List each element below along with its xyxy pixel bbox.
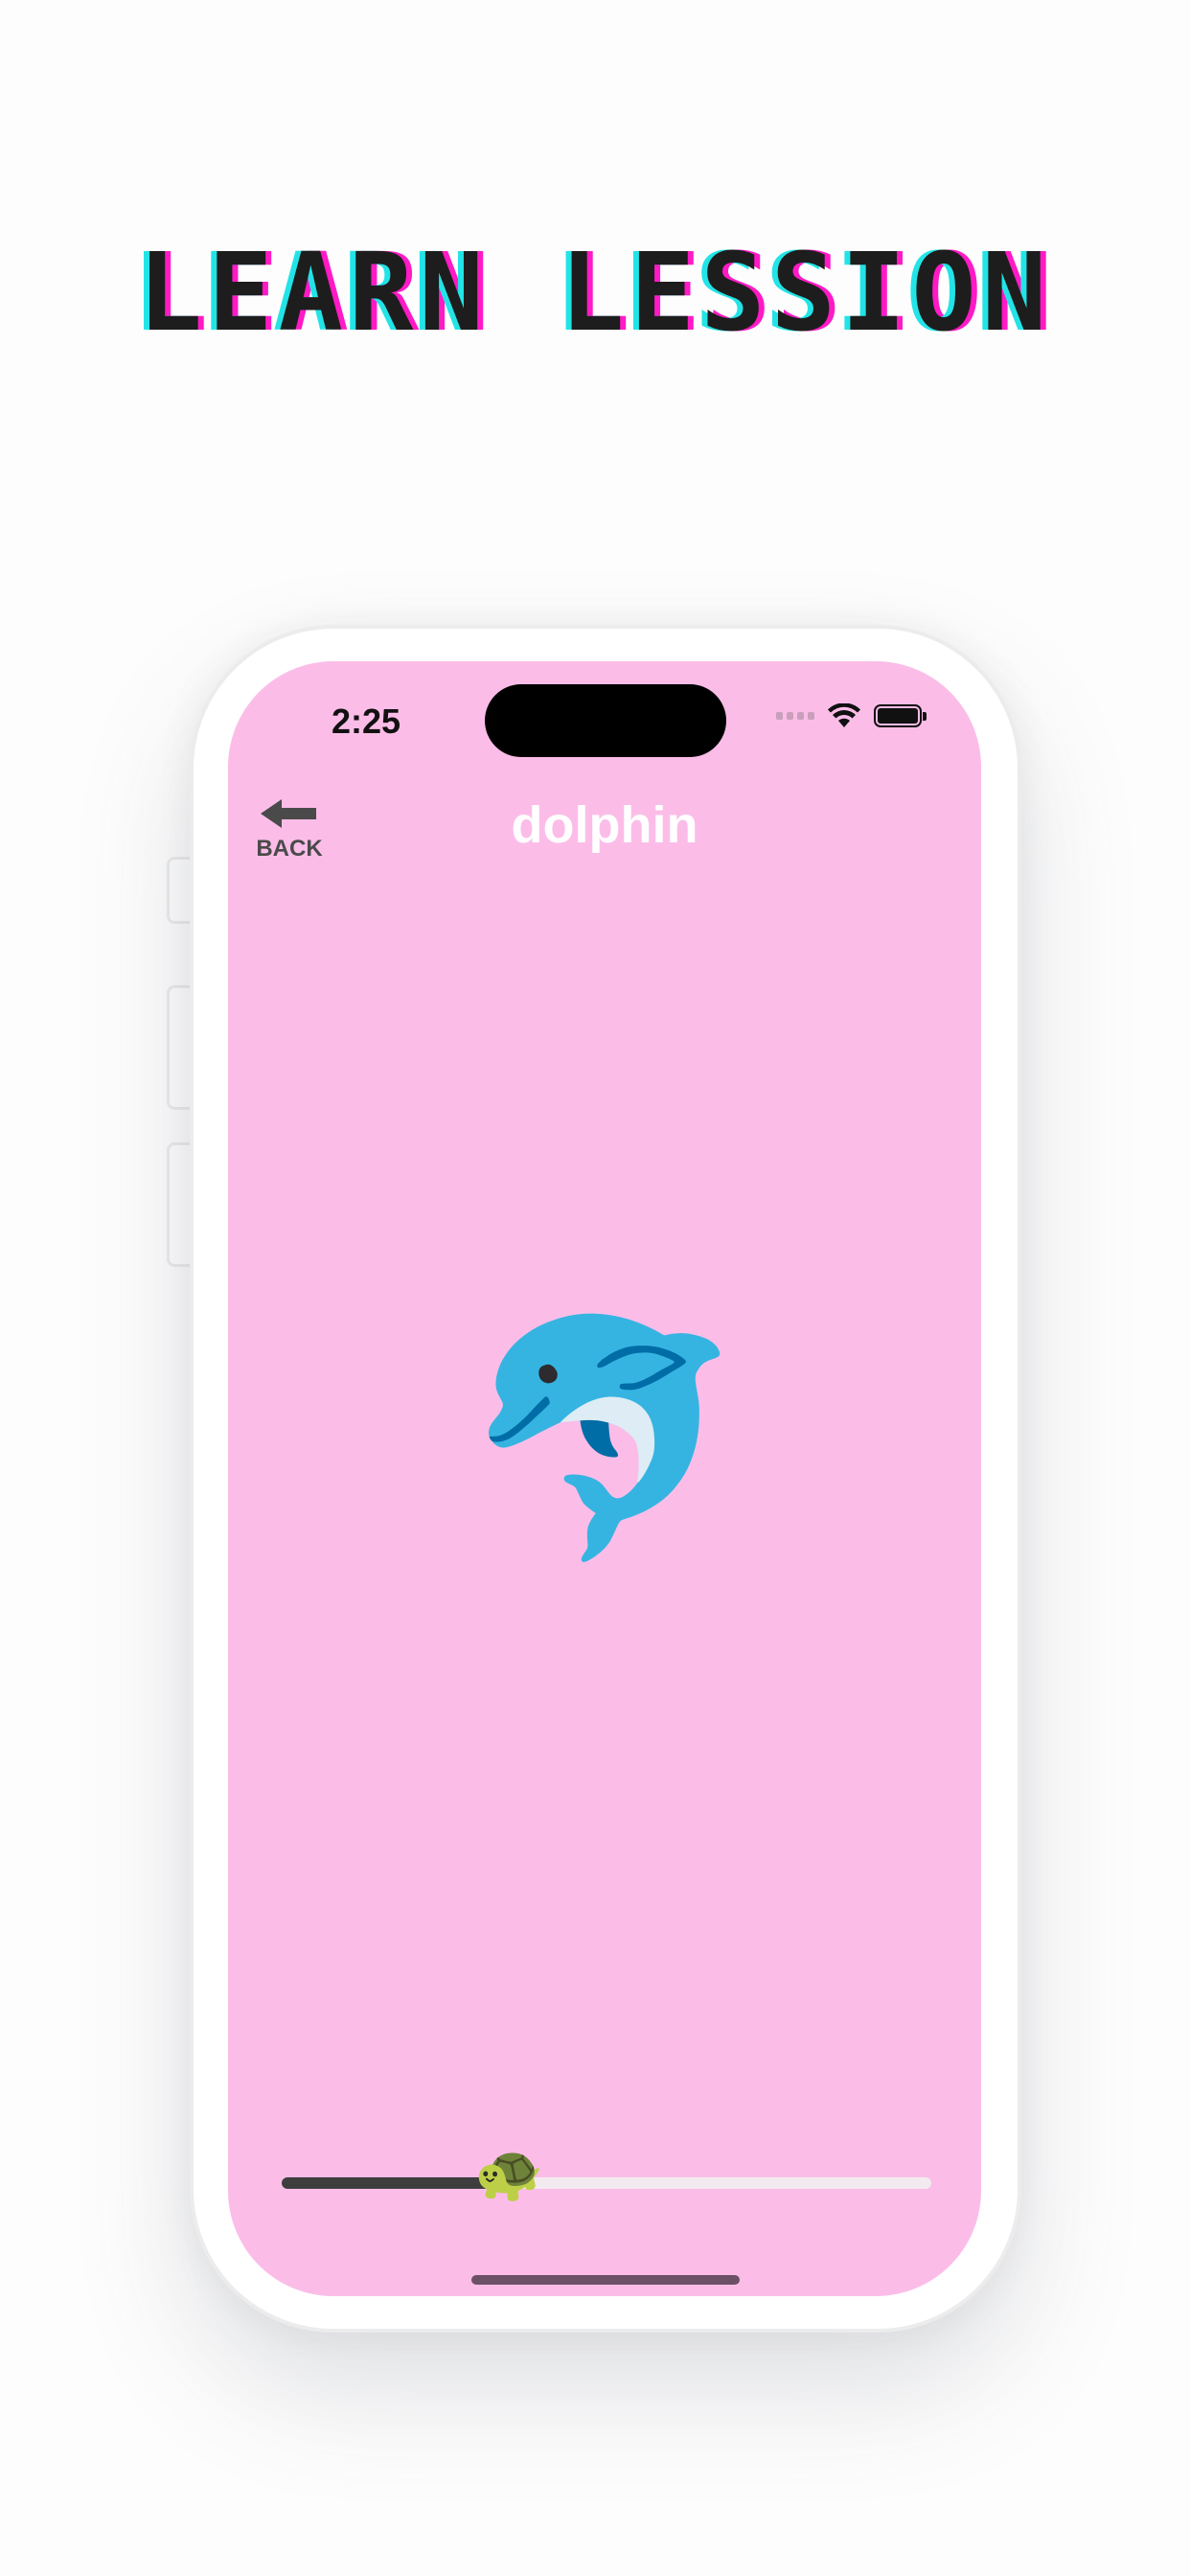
progress-slider[interactable]: 🐢 bbox=[282, 2145, 931, 2200]
dynamic-island bbox=[485, 684, 726, 757]
status-icons bbox=[776, 703, 927, 728]
marketing-canvas: LEARN LESSION 2:25 BACK dolphin 🐬 🐢 bbox=[0, 0, 1190, 2576]
cellular-signal-icon bbox=[776, 712, 814, 720]
turtle-icon[interactable]: 🐢 bbox=[474, 2145, 543, 2200]
battery-icon bbox=[874, 704, 927, 727]
lesson-title: dolphin bbox=[511, 796, 698, 854]
dolphin-emoji: 🐬 bbox=[461, 1303, 748, 1572]
headline: LEARN LESSION bbox=[137, 231, 1053, 356]
app-screen: 2:25 BACK dolphin 🐬 🐢 bbox=[228, 661, 981, 2296]
wifi-icon bbox=[828, 703, 860, 727]
home-indicator bbox=[471, 2275, 740, 2285]
status-time: 2:25 bbox=[332, 702, 401, 741]
